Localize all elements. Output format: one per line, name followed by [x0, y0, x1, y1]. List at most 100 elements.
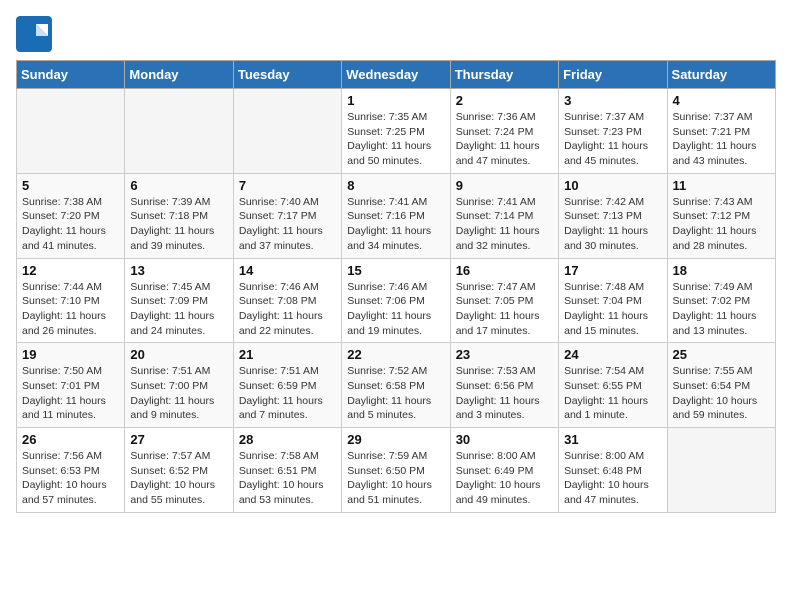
day-info: Sunrise: 7:54 AM Sunset: 6:55 PM Dayligh…: [564, 364, 661, 423]
calendar-cell: 21 Sunrise: 7:51 AM Sunset: 6:59 PM Dayli…: [233, 343, 341, 428]
calendar-cell: 24 Sunrise: 7:54 AM Sunset: 6:55 PM Dayli…: [559, 343, 667, 428]
calendar-cell: 13 Sunrise: 7:45 AM Sunset: 7:09 PM Dayli…: [125, 258, 233, 343]
calendar-cell: 19 Sunrise: 7:50 AM Sunset: 7:01 PM Dayli…: [17, 343, 125, 428]
day-number: 23: [456, 347, 553, 362]
day-number: 6: [130, 178, 227, 193]
calendar-cell: 4 Sunrise: 7:37 AM Sunset: 7:21 PM Daylig…: [667, 89, 775, 174]
calendar-cell: 11Sunrise: 7:43 AM Sunset: 7:12 PM Dayli…: [667, 173, 775, 258]
calendar-cell: [233, 89, 341, 174]
day-info: Sunrise: 7:35 AM Sunset: 7:25 PM Dayligh…: [347, 110, 444, 169]
day-number: 3: [564, 93, 661, 108]
calendar-week-row: 12 Sunrise: 7:44 AM Sunset: 7:10 PM Dayli…: [17, 258, 776, 343]
day-info: Sunrise: 7:53 AM Sunset: 6:56 PM Dayligh…: [456, 364, 553, 423]
day-info: Sunrise: 7:59 AM Sunset: 6:50 PM Dayligh…: [347, 449, 444, 508]
day-number: 8: [347, 178, 444, 193]
calendar-cell: 6 Sunrise: 7:39 AM Sunset: 7:18 PM Daylig…: [125, 173, 233, 258]
day-info: Sunrise: 7:41 AM Sunset: 7:16 PM Dayligh…: [347, 195, 444, 254]
day-info: Sunrise: 7:49 AM Sunset: 7:02 PM Dayligh…: [673, 280, 770, 339]
day-number: 31: [564, 432, 661, 447]
day-info: Sunrise: 7:39 AM Sunset: 7:18 PM Dayligh…: [130, 195, 227, 254]
calendar-table: SundayMondayTuesdayWednesdayThursdayFrid…: [16, 60, 776, 513]
day-number: 17: [564, 263, 661, 278]
day-info: Sunrise: 7:51 AM Sunset: 6:59 PM Dayligh…: [239, 364, 336, 423]
weekday-header-row: SundayMondayTuesdayWednesdayThursdayFrid…: [17, 61, 776, 89]
calendar-cell: 18 Sunrise: 7:49 AM Sunset: 7:02 PM Dayli…: [667, 258, 775, 343]
day-info: Sunrise: 7:44 AM Sunset: 7:10 PM Dayligh…: [22, 280, 119, 339]
day-number: 9: [456, 178, 553, 193]
day-number: 16: [456, 263, 553, 278]
day-number: 21: [239, 347, 336, 362]
logo: [16, 16, 54, 52]
calendar-cell: 1 Sunrise: 7:35 AM Sunset: 7:25 PM Daylig…: [342, 89, 450, 174]
day-number: 5: [22, 178, 119, 193]
weekday-header-friday: Friday: [559, 61, 667, 89]
calendar-cell: 20Sunrise: 7:51 AM Sunset: 7:00 PM Dayli…: [125, 343, 233, 428]
day-info: Sunrise: 7:46 AM Sunset: 7:06 PM Dayligh…: [347, 280, 444, 339]
day-number: 24: [564, 347, 661, 362]
day-number: 11: [673, 178, 770, 193]
weekday-header-thursday: Thursday: [450, 61, 558, 89]
weekday-header-sunday: Sunday: [17, 61, 125, 89]
day-number: 14: [239, 263, 336, 278]
calendar-cell: 14 Sunrise: 7:46 AM Sunset: 7:08 PM Dayli…: [233, 258, 341, 343]
day-number: 28: [239, 432, 336, 447]
weekday-header-saturday: Saturday: [667, 61, 775, 89]
day-number: 22: [347, 347, 444, 362]
calendar-cell: 26Sunrise: 7:56 AM Sunset: 6:53 PM Dayli…: [17, 428, 125, 513]
calendar-cell: 23 Sunrise: 7:53 AM Sunset: 6:56 PM Dayli…: [450, 343, 558, 428]
calendar-cell: [667, 428, 775, 513]
weekday-header-tuesday: Tuesday: [233, 61, 341, 89]
day-number: 10: [564, 178, 661, 193]
calendar-cell: 27 Sunrise: 7:57 AM Sunset: 6:52 PM Dayli…: [125, 428, 233, 513]
day-info: Sunrise: 7:51 AM Sunset: 7:00 PM Dayligh…: [130, 364, 227, 423]
day-info: Sunrise: 7:48 AM Sunset: 7:04 PM Dayligh…: [564, 280, 661, 339]
calendar-cell: 25Sunrise: 7:55 AM Sunset: 6:54 PM Dayli…: [667, 343, 775, 428]
day-info: Sunrise: 7:50 AM Sunset: 7:01 PM Dayligh…: [22, 364, 119, 423]
day-info: Sunrise: 7:58 AM Sunset: 6:51 PM Dayligh…: [239, 449, 336, 508]
day-number: 13: [130, 263, 227, 278]
day-info: Sunrise: 8:00 AM Sunset: 6:49 PM Dayligh…: [456, 449, 553, 508]
day-info: Sunrise: 7:57 AM Sunset: 6:52 PM Dayligh…: [130, 449, 227, 508]
day-info: Sunrise: 8:00 AM Sunset: 6:48 PM Dayligh…: [564, 449, 661, 508]
day-info: Sunrise: 7:46 AM Sunset: 7:08 PM Dayligh…: [239, 280, 336, 339]
calendar-cell: 7 Sunrise: 7:40 AM Sunset: 7:17 PM Daylig…: [233, 173, 341, 258]
calendar-week-row: 19 Sunrise: 7:50 AM Sunset: 7:01 PM Dayli…: [17, 343, 776, 428]
day-info: Sunrise: 7:37 AM Sunset: 7:23 PM Dayligh…: [564, 110, 661, 169]
day-info: Sunrise: 7:41 AM Sunset: 7:14 PM Dayligh…: [456, 195, 553, 254]
calendar-cell: 15Sunrise: 7:46 AM Sunset: 7:06 PM Dayli…: [342, 258, 450, 343]
day-number: 18: [673, 263, 770, 278]
day-number: 30: [456, 432, 553, 447]
day-info: Sunrise: 7:42 AM Sunset: 7:13 PM Dayligh…: [564, 195, 661, 254]
calendar-cell: 9 Sunrise: 7:41 AM Sunset: 7:14 PM Daylig…: [450, 173, 558, 258]
day-info: Sunrise: 7:52 AM Sunset: 6:58 PM Dayligh…: [347, 364, 444, 423]
calendar-cell: 2 Sunrise: 7:36 AM Sunset: 7:24 PM Daylig…: [450, 89, 558, 174]
calendar-cell: 10 Sunrise: 7:42 AM Sunset: 7:13 PM Dayli…: [559, 173, 667, 258]
day-info: Sunrise: 7:56 AM Sunset: 6:53 PM Dayligh…: [22, 449, 119, 508]
calendar-cell: 29Sunrise: 7:59 AM Sunset: 6:50 PM Dayli…: [342, 428, 450, 513]
day-info: Sunrise: 7:47 AM Sunset: 7:05 PM Dayligh…: [456, 280, 553, 339]
day-number: 7: [239, 178, 336, 193]
day-info: Sunrise: 7:40 AM Sunset: 7:17 PM Dayligh…: [239, 195, 336, 254]
weekday-header-wednesday: Wednesday: [342, 61, 450, 89]
calendar-cell: 12 Sunrise: 7:44 AM Sunset: 7:10 PM Dayli…: [17, 258, 125, 343]
calendar-cell: 17 Sunrise: 7:48 AM Sunset: 7:04 PM Dayli…: [559, 258, 667, 343]
calendar-week-row: 26Sunrise: 7:56 AM Sunset: 6:53 PM Dayli…: [17, 428, 776, 513]
day-info: Sunrise: 7:45 AM Sunset: 7:09 PM Dayligh…: [130, 280, 227, 339]
logo-icon: [16, 16, 52, 52]
day-info: Sunrise: 7:38 AM Sunset: 7:20 PM Dayligh…: [22, 195, 119, 254]
calendar-week-row: 1 Sunrise: 7:35 AM Sunset: 7:25 PM Daylig…: [17, 89, 776, 174]
day-info: Sunrise: 7:37 AM Sunset: 7:21 PM Dayligh…: [673, 110, 770, 169]
day-number: 19: [22, 347, 119, 362]
day-number: 1: [347, 93, 444, 108]
day-number: 12: [22, 263, 119, 278]
calendar-cell: 28 Sunrise: 7:58 AM Sunset: 6:51 PM Dayli…: [233, 428, 341, 513]
day-info: Sunrise: 7:36 AM Sunset: 7:24 PM Dayligh…: [456, 110, 553, 169]
calendar-cell: 30 Sunrise: 8:00 AM Sunset: 6:49 PM Dayli…: [450, 428, 558, 513]
calendar-cell: 5 Sunrise: 7:38 AM Sunset: 7:20 PM Daylig…: [17, 173, 125, 258]
calendar-cell: 31 Sunrise: 8:00 AM Sunset: 6:48 PM Dayli…: [559, 428, 667, 513]
page-header: [16, 16, 776, 52]
day-number: 4: [673, 93, 770, 108]
day-number: 27: [130, 432, 227, 447]
day-number: 2: [456, 93, 553, 108]
calendar-week-row: 5 Sunrise: 7:38 AM Sunset: 7:20 PM Daylig…: [17, 173, 776, 258]
